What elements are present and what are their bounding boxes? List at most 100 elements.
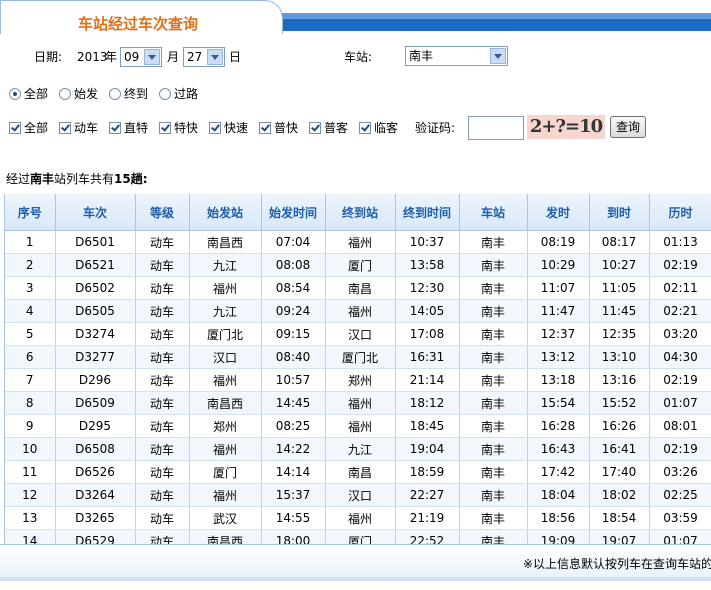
table-cell: 福州: [325, 299, 396, 323]
table-cell: 16:26: [589, 414, 650, 438]
table-cell: 14:05: [395, 299, 460, 323]
table-cell: 南丰: [459, 529, 528, 544]
table-cell: 08:54: [261, 276, 326, 300]
table-cell: 16:28: [527, 414, 590, 438]
footer-note: ※以上信息默认按列车在查询车站的: [523, 557, 711, 571]
station-select[interactable]: 南丰: [405, 46, 508, 66]
checkbox-express[interactable]: [159, 122, 171, 134]
table-cell: 南丰: [459, 437, 528, 461]
captcha-input[interactable]: [468, 116, 524, 140]
table-cell: 南丰: [459, 299, 528, 323]
table-row: 2 D6521 动车 九江 08:08 厦门 13:58 南丰 10:29 10:27 02:19: [5, 253, 711, 277]
table-cell: 15:52: [589, 391, 650, 415]
table-cell: 动车: [135, 276, 190, 300]
day-select[interactable]: 27: [183, 47, 225, 67]
table-cell: 10:27: [589, 253, 650, 277]
table-row: 9 D295 动车 郑州 08:25 福州 18:45 南丰 16:28 16:26 08:01: [5, 414, 711, 438]
checkbox-ordinary-passenger[interactable]: [309, 122, 321, 134]
footer: ※以上信息默认按列车在查询车站的: [0, 544, 711, 581]
table-cell: 08:19: [527, 230, 590, 254]
table-cell: 南丰: [459, 460, 528, 484]
table-row: 14 D6529 动车 南昌西 18:00 厦门 22:52 南丰 19:09 19:07 01:0…: [5, 529, 711, 544]
table-cell: 18:12: [395, 391, 460, 415]
radio-passing[interactable]: [159, 88, 171, 100]
table-cell: 08:08: [261, 253, 326, 277]
train-table-container[interactable]: 序号 车次 等级 始发站 始发时间 终到站 终到时间 车站 发时 到时 历时 1 D6501 动车 南昌西…: [4, 194, 711, 544]
day-unit: 日: [229, 50, 242, 64]
month-select[interactable]: 09: [120, 47, 162, 67]
table-cell: 14: [5, 529, 56, 544]
table-cell: 南昌: [325, 460, 396, 484]
table-row: 1 D6501 动车 南昌西 07:04 福州 10:37 南丰 08:19 08:17 01:13: [5, 230, 711, 254]
radio-origin[interactable]: [59, 88, 71, 100]
radio-terminal[interactable]: [109, 88, 121, 100]
column-header: 终到站: [325, 194, 396, 231]
checkbox-direct-express[interactable]: [109, 122, 121, 134]
table-cell: 01:13: [649, 230, 711, 254]
table-cell: 动车: [135, 483, 190, 507]
query-button[interactable]: 查询: [610, 116, 646, 138]
column-header: 发时: [527, 194, 590, 231]
captcha-image: 2+?=10: [527, 115, 605, 139]
checkbox-all[interactable]: [9, 122, 21, 134]
radio-origin-label: 始发: [74, 87, 99, 101]
summary-mid: 站列车共有: [54, 172, 115, 186]
table-cell: 11:05: [589, 276, 650, 300]
direction-radio-group: 全部 始发 终到 过路: [0, 84, 711, 104]
table-cell: 南丰: [459, 276, 528, 300]
table-cell: 10:37: [395, 230, 460, 254]
year-value: 2013: [77, 50, 108, 64]
column-header: 始发站: [189, 194, 262, 231]
table-cell: 动车: [135, 460, 190, 484]
table-cell: 19:09: [527, 529, 590, 544]
table-cell: D6502: [55, 276, 136, 300]
table-cell: D3265: [55, 506, 136, 530]
table-cell: 厦门: [325, 253, 396, 277]
table-cell: 南丰: [459, 483, 528, 507]
table-cell: 8: [5, 391, 56, 415]
table-cell: D296: [55, 368, 136, 392]
table-cell: 02:21: [649, 299, 711, 323]
table-cell: 郑州: [325, 368, 396, 392]
table-cell: D6508: [55, 437, 136, 461]
table-cell: 14:14: [261, 460, 326, 484]
summary-prefix: 经过: [6, 172, 31, 186]
table-cell: 福州: [325, 414, 396, 438]
table-cell: 16:41: [589, 437, 650, 461]
table-cell: D6501: [55, 230, 136, 254]
radio-all[interactable]: [9, 88, 21, 100]
table-cell: 福州: [325, 230, 396, 254]
table-cell: 2: [5, 253, 56, 277]
table-cell: 13:12: [527, 345, 590, 369]
table-cell: 08:01: [649, 414, 711, 438]
table-cell: 福州: [325, 506, 396, 530]
chevron-down-icon[interactable]: [144, 49, 160, 65]
checkbox-ordinary-fast-label: 普快: [274, 121, 299, 135]
table-cell: 1: [5, 230, 56, 254]
table-row: 6 D3277 动车 汉口 08:40 厦门北 16:31 南丰 13:12 13:10 04:30: [5, 345, 711, 369]
table-cell: 汉口: [325, 322, 396, 346]
checkbox-fast[interactable]: [209, 122, 221, 134]
table-cell: 16:31: [395, 345, 460, 369]
table-cell: D6509: [55, 391, 136, 415]
table-cell: 汉口: [325, 483, 396, 507]
table-cell: 南丰: [459, 322, 528, 346]
table-row: 4 D6505 动车 九江 09:24 福州 14:05 南丰 11:47 11:45 02:21: [5, 299, 711, 323]
table-cell: 动车: [135, 253, 190, 277]
table-cell: D6526: [55, 460, 136, 484]
table-cell: 22:52: [395, 529, 460, 544]
table-cell: 南昌西: [189, 529, 262, 544]
table-cell: D6529: [55, 529, 136, 544]
checkbox-ordinary-fast[interactable]: [259, 122, 271, 134]
table-cell: 04:30: [649, 345, 711, 369]
table-cell: 18:54: [589, 506, 650, 530]
table-cell: 18:59: [395, 460, 460, 484]
table-cell: 08:17: [589, 230, 650, 254]
checkbox-temporary[interactable]: [359, 122, 371, 134]
chevron-down-icon[interactable]: [490, 48, 506, 64]
checkbox-emu[interactable]: [59, 122, 71, 134]
page-header: 车站经过车次查询: [0, 0, 711, 34]
table-row: 8 D6509 动车 南昌西 14:45 福州 18:12 南丰 15:54 15:52 01:07: [5, 391, 711, 415]
chevron-down-icon[interactable]: [207, 49, 223, 65]
table-cell: 09:15: [261, 322, 326, 346]
